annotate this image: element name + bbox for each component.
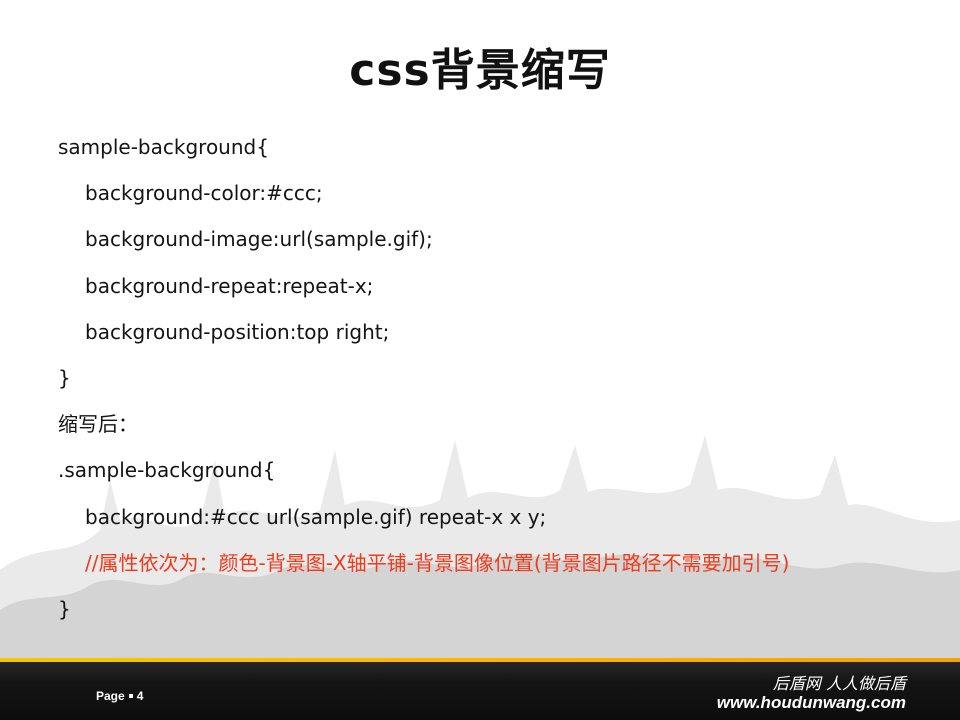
page-indicator: Page 4 — [96, 689, 143, 703]
footer-bar: Page 4 后盾网 人人做后盾 www.houdunwang.com — [0, 658, 960, 720]
page-bullet-icon — [128, 693, 133, 698]
code-line-background-color: background-color:#ccc; — [85, 181, 323, 206]
footer-accent-band — [0, 658, 960, 662]
code-line-selector: sample-background{ — [58, 135, 269, 159]
brand-slogan: 后盾网 人人做后盾 — [772, 674, 906, 693]
page-word: Page — [96, 689, 125, 703]
slide: css背景缩写 sample-background{ background-co… — [0, 0, 960, 720]
code-line-background-repeat: background-repeat:repeat-x; — [85, 273, 374, 298]
code-line-shorthand-selector: .sample-background{ — [58, 458, 276, 483]
brand-url: www.houdunwang.com — [716, 693, 906, 712]
code-line-background-image: background-image:url(sample.gif); — [85, 227, 433, 252]
page-number: 4 — [136, 689, 144, 703]
code-comment: //属性依次为：颜色-背景图-X轴平铺-背景图像位置(背景图片路径不需要加引号) — [85, 550, 790, 575]
slide-title: css背景缩写 — [349, 45, 611, 96]
code-line-shorthand-background: background:#ccc url(sample.gif) repeat-x… — [85, 504, 547, 529]
shorthand-heading: 缩写后： — [58, 412, 138, 437]
code-block: sample-background{ background-color:#ccc… — [58, 128, 938, 636]
code-line-shorthand-close-brace: } — [58, 596, 71, 621]
code-line-background-position: background-position:top right; — [85, 319, 390, 344]
code-line-close-brace: } — [58, 365, 71, 390]
